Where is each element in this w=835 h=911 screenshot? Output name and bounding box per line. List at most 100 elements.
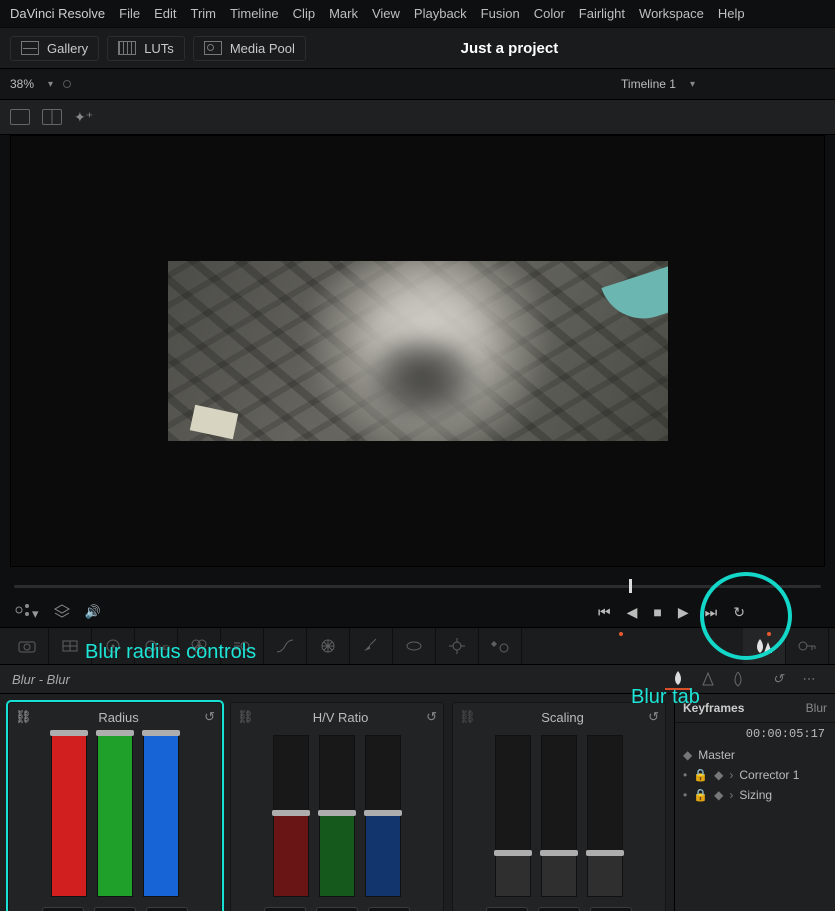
stop-icon[interactable]: ■ [653,604,661,620]
media-pool-button[interactable]: Media Pool [193,36,306,61]
reset-icon[interactable]: ↺ [648,709,659,725]
zoom-bar: 38% ▾ Timeline 1 ▾ [0,69,835,100]
active-indicator-dot [767,632,771,636]
scaling-green-value[interactable]: 0.25 [538,907,580,911]
chevron-down-icon[interactable]: ▾ [690,79,695,90]
lock-icon: 🔒 [693,788,708,802]
menu-bar: DaVinci Resolve File Edit Trim Timeline … [0,0,835,27]
menu-file[interactable]: File [119,6,140,21]
layout-single-icon[interactable] [10,109,30,125]
node-graph-icon[interactable]: ▾ [14,602,39,622]
layers-icon[interactable] [53,603,71,622]
link-channels-icon[interactable]: ⛓ [237,709,255,725]
gallery-icon [21,41,39,55]
link-channels-icon[interactable]: ⛓ [15,709,33,725]
mini-timeline[interactable] [14,577,821,593]
jump-end-icon[interactable]: ⏭ [705,604,718,621]
jump-start-icon[interactable]: ⏮ [598,604,611,621]
color-wheels-icon[interactable] [92,628,135,664]
radius-red-value[interactable]: 2.01 [42,907,84,911]
curves-icon[interactable] [264,628,307,664]
step-back-icon[interactable]: ◀ [627,604,638,621]
blur-tab-icon[interactable] [743,628,786,664]
options-menu-icon[interactable]: ⋯ [795,669,821,689]
timeline-track [14,585,821,588]
radius-green-slider[interactable] [97,735,133,897]
loop-icon[interactable]: ↻ [733,604,745,621]
kf-sizing-label: Sizing [739,788,772,802]
scaling-blue-value[interactable]: 0.25 [590,907,632,911]
radius-red-slider[interactable] [51,735,87,897]
page-toolbar: Gallery LUTs Media Pool Just a project [0,27,835,69]
hvratio-blue-slider[interactable] [365,735,401,897]
kf-master-row[interactable]: ◆ Master [675,745,835,765]
palette-breadcrumb: Blur - Blur ↺ ⋯ [0,665,835,694]
menu-mark[interactable]: Mark [329,6,358,21]
speaker-icon[interactable]: 🔊 [85,604,101,620]
hdr-icon[interactable]: HDR [135,628,178,664]
luts-icon [118,41,136,55]
tracker-icon[interactable] [436,628,479,664]
menu-playback[interactable]: Playback [414,6,467,21]
kf-corrector1-row[interactable]: • 🔒 ◆ › Corrector 1 [675,765,835,785]
menu-timeline[interactable]: Timeline [230,6,279,21]
transport-bar: ▾ 🔊 ⏮ ◀ ■ ▶ ⏭ ↻ [0,597,835,627]
color-match-icon[interactable] [49,628,92,664]
rgb-mixer-icon[interactable] [178,628,221,664]
radius-blue-value[interactable]: 2.01 [146,907,188,911]
hvratio-green-value[interactable]: 0.50 [316,907,358,911]
kf-sizing-row[interactable]: • 🔒 ◆ › Sizing [675,785,835,805]
scaling-green-slider[interactable] [541,735,577,897]
magic-wand-icon[interactable]: ✦⁺ [74,109,93,126]
scaling-red-value[interactable]: 0.25 [486,907,528,911]
reset-icon[interactable]: ↺ [426,709,437,725]
menu-fairlight[interactable]: Fairlight [579,6,625,21]
menu-workspace[interactable]: Workspace [639,6,704,21]
hvratio-title: H/V Ratio [255,710,426,725]
menu-view[interactable]: View [372,6,400,21]
keyframes-tab[interactable]: Blur [806,701,827,715]
scaling-group: ⛓ Scaling ↺ 0.25 0.25 0.25 [452,702,666,911]
color-warper-icon[interactable] [307,628,350,664]
sharpen-subtab-icon[interactable] [695,669,721,689]
lock-icon: 🔒 [693,768,708,782]
menu-color[interactable]: Color [534,6,565,21]
reset-icon[interactable]: ↺ [204,709,215,725]
mist-subtab-icon[interactable] [725,669,751,689]
layout-split-icon[interactable] [42,109,62,125]
gallery-button[interactable]: Gallery [10,36,99,61]
zoom-dot-icon[interactable] [63,80,71,88]
magic-mask-icon[interactable] [479,628,522,664]
link-channels-icon[interactable]: ⛓ [459,709,477,725]
hvratio-green-slider[interactable] [319,735,355,897]
radius-blue-slider[interactable] [143,735,179,897]
radius-green-value[interactable]: 2.01 [94,907,136,911]
menu-edit[interactable]: Edit [154,6,176,21]
hvratio-red-value[interactable]: 0.50 [264,907,306,911]
chevron-down-icon[interactable]: ▾ [48,79,53,90]
menu-clip[interactable]: Clip [293,6,315,21]
chevron-right-icon: › [729,768,733,782]
zoom-percent[interactable]: 38% [10,77,34,91]
reset-icon[interactable]: ↺ [765,669,791,689]
menu-help[interactable]: Help [718,6,745,21]
power-windows-icon[interactable] [393,628,436,664]
blur-subtab-icon[interactable] [665,668,691,690]
qualifier-icon[interactable] [350,628,393,664]
motion-effects-icon[interactable] [221,628,264,664]
menu-trim[interactable]: Trim [191,6,217,21]
key-icon[interactable] [786,628,829,664]
luts-button[interactable]: LUTs [107,36,185,61]
camera-raw-icon[interactable] [6,628,49,664]
scaling-blue-slider[interactable] [587,735,623,897]
diamond-icon: ◆ [683,748,692,762]
keyframes-title: Keyframes [683,701,744,715]
viewer[interactable] [10,135,825,567]
hvratio-blue-value[interactable]: 0.50 [368,907,410,911]
timeline-selector[interactable]: Timeline 1 [621,77,676,91]
scaling-red-slider[interactable] [495,735,531,897]
menu-fusion[interactable]: Fusion [481,6,520,21]
play-icon[interactable]: ▶ [678,604,689,621]
hvratio-red-slider[interactable] [273,735,309,897]
timeline-playhead[interactable] [629,579,632,593]
